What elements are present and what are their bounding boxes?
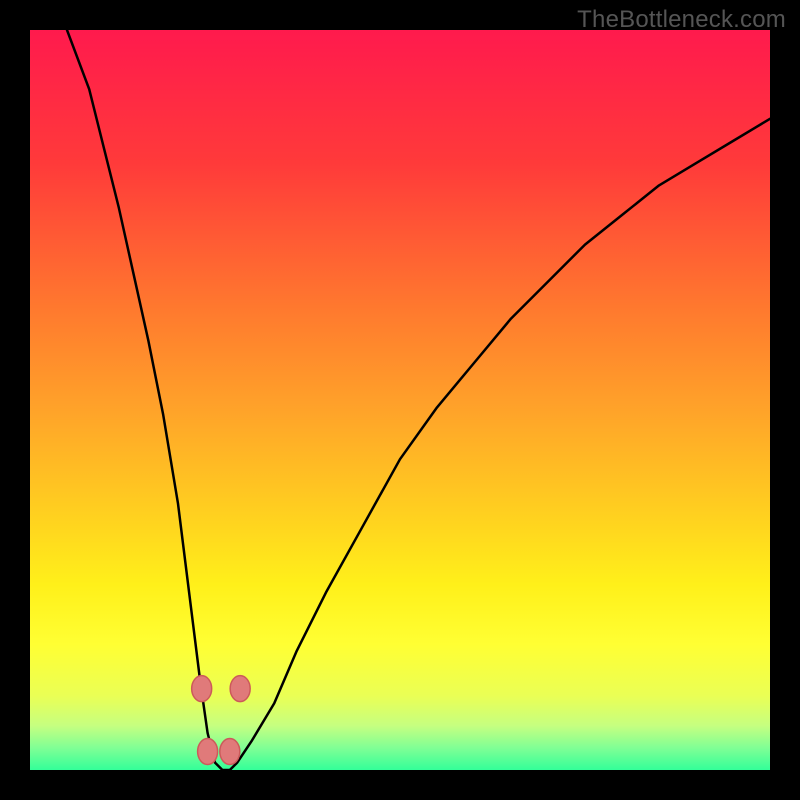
curve-marker-0 [192,676,212,702]
chart-frame: TheBottleneck.com [0,0,800,800]
watermark-text: TheBottleneck.com [577,6,786,34]
bottleneck-chart [30,30,770,770]
curve-marker-1 [198,739,218,765]
curve-marker-2 [220,739,240,765]
plot-area [30,30,770,770]
heatmap-gradient [30,30,770,770]
curve-marker-3 [230,676,250,702]
